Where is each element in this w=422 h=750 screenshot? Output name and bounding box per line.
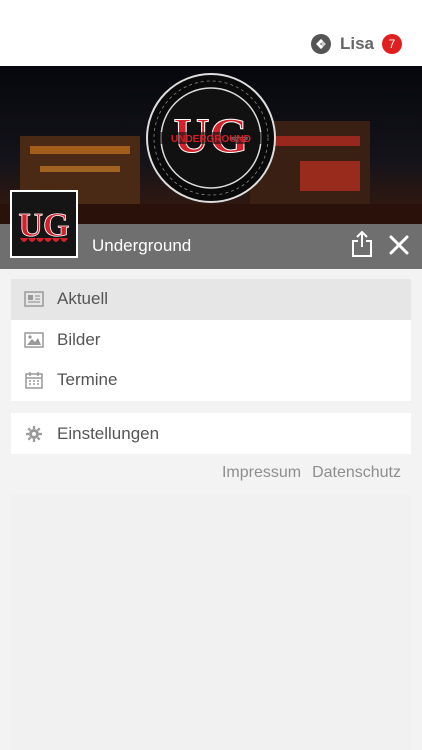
footer-links: Impressum Datenschutz <box>222 464 401 482</box>
settings-label: Einstellungen <box>57 423 160 443</box>
calendar-icon <box>24 370 44 390</box>
image-icon <box>24 330 44 350</box>
user-menu[interactable]: Lisa 7 <box>310 32 402 56</box>
nav-menu: Aktuell Bilder Termine <box>11 279 411 401</box>
page-avatar: UG <box>10 190 78 258</box>
page-title: Underground <box>92 236 192 255</box>
menu-item-bilder[interactable]: Bilder <box>11 320 411 361</box>
datenschutz-link[interactable]: Datenschutz <box>312 464 401 482</box>
menu-item-aktuell[interactable]: Aktuell <box>11 279 411 320</box>
top-bar: Lisa 7 <box>0 0 422 66</box>
notification-badge[interactable]: 7 <box>382 34 402 54</box>
menu-item-einstellungen[interactable]: Einstellungen <box>11 413 411 454</box>
share-icon[interactable] <box>350 230 374 258</box>
content-panel <box>11 494 411 750</box>
menu-item-label: Termine <box>57 370 118 390</box>
menu-item-label: Bilder <box>57 329 101 349</box>
user-name[interactable]: Lisa <box>340 34 374 54</box>
menu-item-termine[interactable]: Termine <box>11 360 411 401</box>
menu-item-label: Aktuell <box>57 289 109 309</box>
gear-icon <box>24 424 44 444</box>
impressum-link[interactable]: Impressum <box>222 464 301 482</box>
newspaper-icon <box>24 289 44 309</box>
app-logo-icon <box>310 34 331 54</box>
logo-brand: UNDERGROUND <box>171 134 251 145</box>
close-icon[interactable] <box>388 234 410 256</box>
